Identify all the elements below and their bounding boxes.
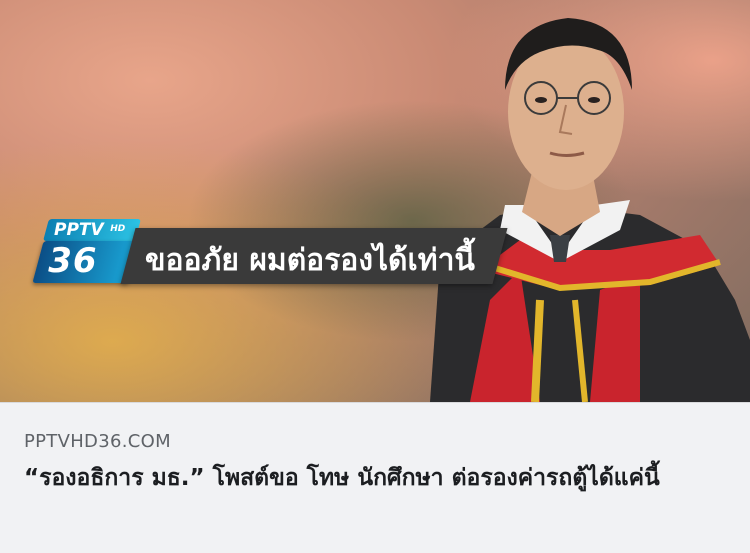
logo-channel-number: 36 (48, 241, 98, 281)
logo-hd-text: HD (110, 224, 126, 234)
caption-banner-text: ขออภัย ผมต่อรองได้เท่านี้ (145, 243, 475, 278)
logo-top-text: PPTV (54, 220, 104, 240)
link-domain: PPTVHD36.COM (24, 431, 171, 452)
link-headline[interactable]: “รองอธิการ มธ.” โพสต์ขอ โทษ นักศึกษา ต่อ… (24, 461, 724, 495)
article-thumbnail[interactable]: PPTV HD 36 ขออภัย ผมต่อรองได้เท่านี้ (0, 0, 750, 402)
portrait-illustration (0, 0, 750, 402)
link-preview-card[interactable]: PPTV HD 36 ขออภัย ผมต่อรองได้เท่านี้ PPT… (0, 0, 750, 553)
